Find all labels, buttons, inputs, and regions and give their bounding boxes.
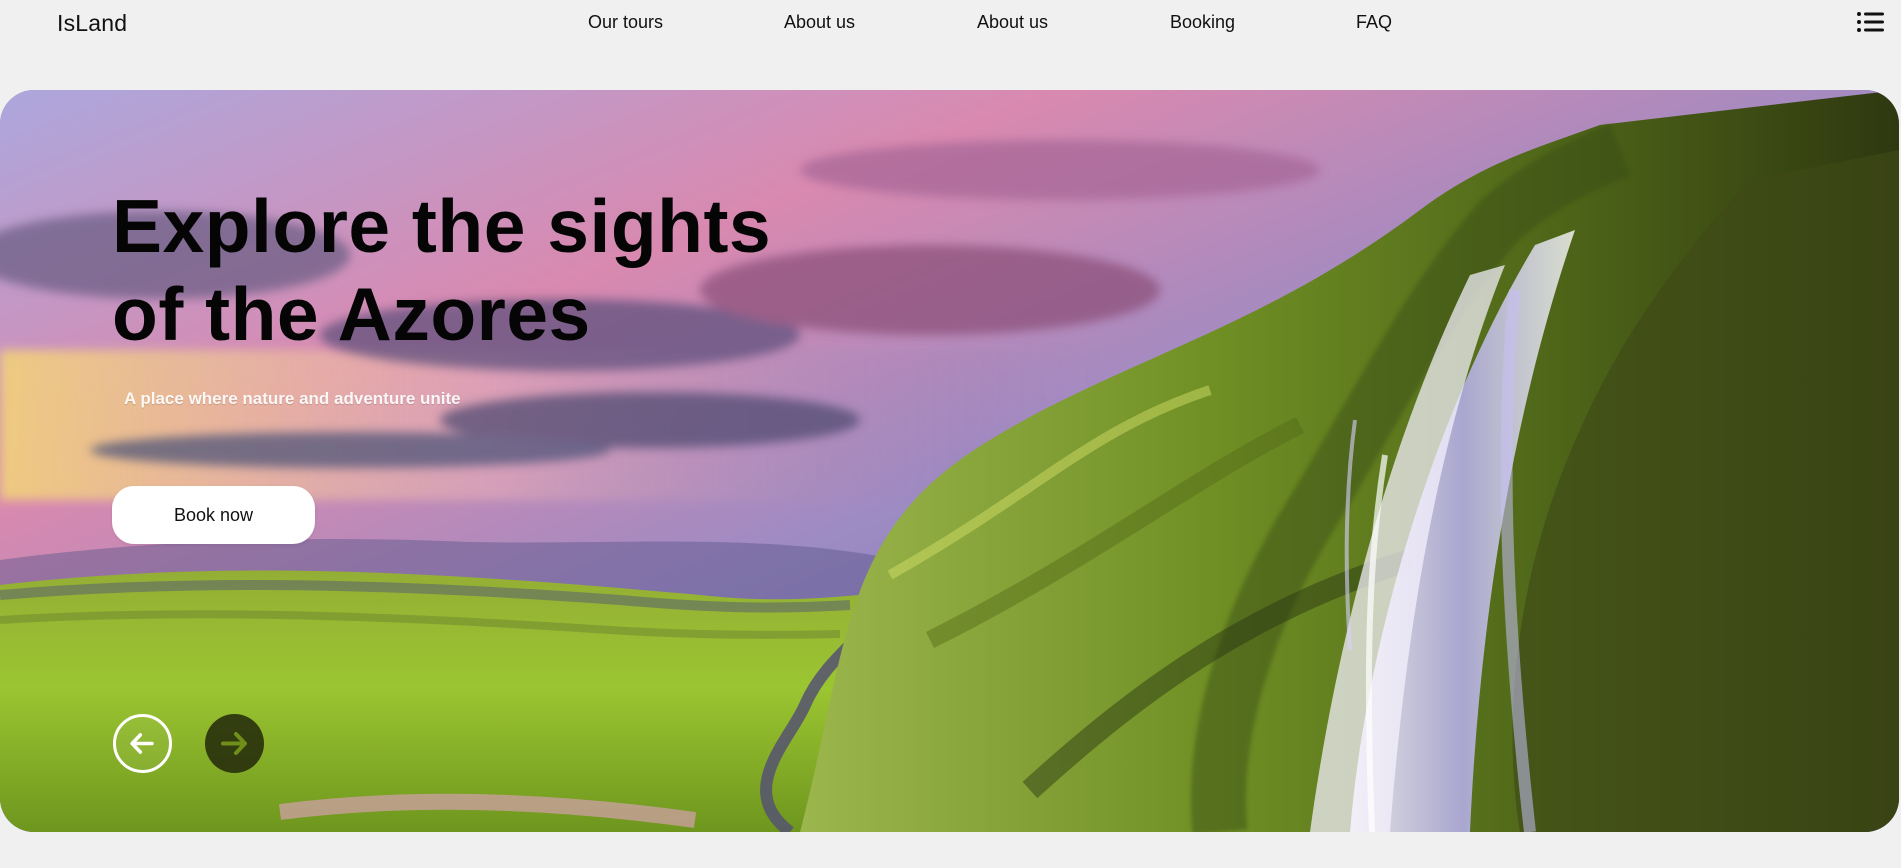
nav-about-us[interactable]: About us (784, 12, 855, 33)
nav-faq[interactable]: FAQ (1356, 12, 1392, 33)
nav-our-tours[interactable]: Our tours (588, 12, 663, 33)
menu-button[interactable] (1856, 10, 1886, 34)
hero-title: Explore the sights of the Azores (112, 182, 812, 358)
arrow-left-icon (130, 733, 154, 754)
nav-about-us-secondary[interactable]: About us (977, 12, 1048, 33)
hero-title-line-2: of the Azores (112, 272, 591, 356)
book-now-button[interactable]: Book now (112, 486, 315, 544)
next-slide-button[interactable] (205, 714, 264, 773)
previous-slide-button[interactable] (113, 714, 172, 773)
menu-lines-icon (1857, 12, 1884, 32)
main-navigation: Our tours About us About us Booking FAQ (0, 12, 1901, 36)
hero-subtitle: A place where nature and adventure unite (124, 389, 461, 408)
arrow-right-icon (221, 732, 247, 755)
hero-banner: Explore the sights of the Azores A place… (0, 90, 1899, 832)
nav-booking[interactable]: Booking (1170, 12, 1235, 33)
top-navigation-bar: IsLand Our tours About us About us Booki… (0, 0, 1901, 90)
hero-title-line-1: Explore the sights (112, 184, 772, 268)
